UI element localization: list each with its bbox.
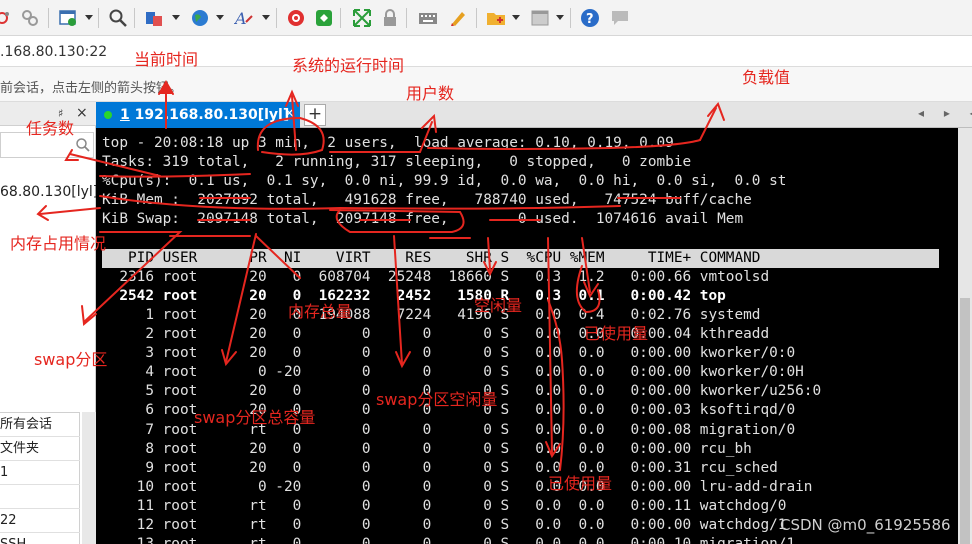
chevron-down-icon[interactable]	[556, 15, 564, 20]
process-row: 13 root rt 0 0 0 0 S 0.0 0.0 0:00.10 mig…	[102, 535, 795, 544]
xftp-icon[interactable]	[314, 8, 334, 28]
svg-text:A: A	[234, 9, 247, 28]
tab-label: 1 192.168.80.130[lyl]	[120, 107, 290, 123]
process-row: 9 root 20 0 0 0 0 S 0.0 0.0 0:00.31 rcu_…	[102, 459, 778, 476]
color-scheme-icon[interactable]	[286, 8, 306, 28]
toolbar: A ?	[0, 0, 972, 36]
column-header-row: PID USER PR NI VIRT RES SHR S %CPU %MEM …	[102, 249, 761, 266]
globe-icon[interactable]	[190, 8, 210, 28]
watermark: CSDN @m0_61925586	[780, 516, 951, 534]
summary-line: top - 20:08:18 up 3 min, 2 users, load a…	[102, 135, 674, 151]
hint-text: 前会话，点击左侧的箭头按钮。	[0, 81, 183, 96]
chat-icon[interactable]	[610, 8, 630, 28]
new-window-icon[interactable]	[58, 8, 78, 28]
svg-text:?: ?	[586, 12, 594, 27]
transfer-icon[interactable]	[144, 8, 164, 28]
help-icon[interactable]: ?	[580, 8, 600, 28]
scrollbar-thumb[interactable]	[960, 298, 970, 544]
summary-line: KiB Mem : 2027892 total, 491628 free, 78…	[102, 192, 752, 209]
process-row: 3 root 20 0 0 0 0 S 0.0 0.0 0:00.00 kwor…	[102, 345, 796, 362]
hint-bar: 前会话，点击左侧的箭头按钮。	[0, 67, 972, 102]
annotation-uptime: 系统的运行时间	[292, 56, 405, 75]
summary-line: KiB Swap: 2097148 total, 2097148 free, 0…	[102, 211, 744, 228]
process-row: 1 root 20 0 194088 7224 4196 S 0.0 0.4 0…	[102, 306, 761, 323]
annotation-swap-total: swap分区总容量	[194, 408, 316, 427]
chevron-down-icon[interactable]	[512, 15, 520, 20]
close-icon[interactable]: ×	[76, 105, 88, 121]
annotation-current-time: 当前时间	[134, 50, 199, 69]
annotation-swap-free: swap分区空闲量	[376, 390, 498, 409]
tab-scroll-arrows[interactable]: ◂ ▸ ◂ ▸	[918, 106, 972, 120]
list-item[interactable]: 所有会话	[0, 413, 80, 437]
annotation-load: 负载值	[742, 68, 791, 87]
toolbar-separator	[476, 8, 477, 28]
process-row: 8 root 20 0 0 0 0 S 0.0 0.0 0:00.00 rcu_…	[102, 440, 752, 457]
keyboard-icon[interactable]	[418, 8, 438, 28]
list-item[interactable]: 文件夹	[0, 437, 80, 461]
annotation-tasks: 任务数	[26, 119, 75, 138]
chevron-down-icon[interactable]	[262, 15, 270, 20]
scrollbar[interactable]	[82, 412, 96, 544]
address-text: .168.80.130:22	[0, 44, 108, 60]
toolbar-separator	[276, 8, 277, 28]
close-icon[interactable]: ×	[284, 106, 295, 121]
process-row: 2316 root 20 0 608704 25248 18660 S 0.3 …	[102, 268, 770, 285]
toolbar-separator	[340, 8, 341, 28]
find-icon[interactable]	[108, 8, 128, 28]
layout-icon[interactable]	[530, 8, 550, 28]
session-item[interactable]: 68.80.130[lyl]	[0, 184, 98, 200]
annotation-used-amount: 已使用量	[584, 324, 649, 343]
process-row: 2 root 20 0 0 0 0 S 0.0 0.0 0:00.04 kthr…	[102, 326, 770, 342]
toolbar-separator	[98, 8, 99, 28]
summary-line: %Cpu(s): 0.1 us, 0.1 sy, 0.0 ni, 99.9 id…	[102, 173, 787, 190]
annotation-used-amount-2: 已使用量	[548, 474, 613, 493]
process-row: 2542 root 20 0 162232 2452 1580 R 0.3 0.…	[102, 287, 726, 304]
search-icon	[76, 138, 90, 152]
connected-status-icon	[104, 111, 112, 119]
process-row: 12 root rt 0 0 0 0 S 0.0 0.0 0:00.00 wat…	[102, 517, 787, 533]
annotation-mem-total: 内存总量	[288, 302, 353, 321]
process-row: 4 root 0 -20 0 0 0 S 0.0 0.0 0:00.00 kwo…	[102, 364, 804, 381]
toolbar-separator	[406, 8, 407, 28]
tab-session-1[interactable]: 1 192.168.80.130[lyl] ×	[96, 102, 300, 128]
process-row: 10 root 0 -20 0 0 0 S 0.0 0.0 0:00.00 lr…	[102, 478, 813, 495]
list-item[interactable]	[0, 485, 80, 509]
summary-line: Tasks: 319 total, 2 running, 317 sleepin…	[102, 154, 692, 171]
tab-bar: 1 192.168.80.130[lyl] × + ◂ ▸ ◂ ▸	[96, 102, 972, 128]
font-icon[interactable]: A	[234, 8, 254, 28]
annotation-mem-usage: 内存占用情况	[10, 234, 107, 253]
scrollbar[interactable]	[958, 128, 972, 544]
toolbar-separator	[48, 8, 49, 28]
list-item[interactable]: SSH	[0, 533, 80, 544]
fullscreen-icon[interactable]	[352, 8, 372, 28]
new-folder-icon[interactable]	[486, 8, 506, 28]
session-properties-list: 所有会话 文件夹 1 22 SSH	[0, 412, 80, 544]
session-manager-panel: ♯ × 68.80.130[lyl] 所有会话 文件夹 1 22 SSH	[0, 102, 98, 544]
toolbar-separator	[570, 8, 571, 28]
annotation-free-amount: 空闲量	[474, 296, 523, 315]
terminal-output[interactable]: top - 20:08:18 up 3 min, 2 users, load a…	[96, 128, 958, 544]
annotation-users: 用户数	[406, 84, 455, 103]
new-tab-button[interactable]: +	[304, 104, 326, 126]
disconnect-icon[interactable]	[0, 8, 14, 28]
list-item[interactable]: 1	[0, 461, 80, 485]
reconnect-icon[interactable]	[20, 8, 40, 28]
chevron-down-icon[interactable]	[85, 15, 93, 20]
lock-icon[interactable]	[380, 8, 400, 28]
toolbar-separator	[134, 8, 135, 28]
highlight-icon[interactable]	[448, 8, 468, 28]
chevron-down-icon[interactable]	[216, 15, 224, 20]
chevron-down-icon[interactable]	[172, 15, 180, 20]
list-item[interactable]: 22	[0, 509, 80, 533]
annotation-swap: swap分区	[34, 350, 108, 369]
process-row: 11 root rt 0 0 0 0 S 0.0 0.0 0:00.11 wat…	[102, 497, 787, 514]
